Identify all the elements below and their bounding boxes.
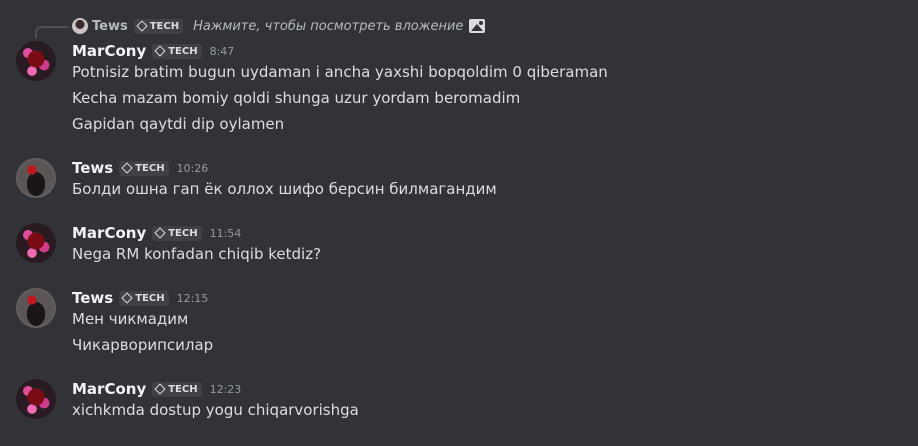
role-tag: TECH (152, 225, 202, 241)
reply-author[interactable]: Tews (92, 19, 128, 34)
message-header: MarCony TECH 8:47 (72, 41, 234, 61)
message-group: Tews TECH 12:15 Мен чикмадим Чикарворипс… (0, 288, 918, 360)
timestamp: 12:23 (209, 382, 242, 396)
tag-diamond-icon (121, 162, 133, 174)
message-header: Tews TECH 12:15 (72, 288, 208, 308)
message-group: MarCony TECH 12:23 xichkmda dostup yogu … (0, 379, 918, 425)
timestamp: 12:15 (176, 291, 209, 305)
role-tag: TECH (152, 381, 202, 397)
message-text: Мен чикмадим (72, 310, 189, 328)
message-group: Tews TECH 10:26 Болди ошна гап ёк оллох … (0, 158, 918, 204)
timestamp: 10:26 (176, 161, 209, 175)
tag-diamond-icon (154, 383, 166, 395)
role-tag: TECH (119, 290, 169, 306)
message-group: MarCony TECH 11:54 Nega RM konfadan chiq… (0, 223, 918, 269)
timestamp: 8:47 (209, 44, 235, 58)
reply-tag-label: TECH (149, 20, 180, 32)
message-header: MarCony TECH 12:23 (72, 379, 241, 399)
username[interactable]: Tews (72, 159, 113, 177)
chat-message-list: Tews TECH Нажмите, чтобы посмотреть влож… (0, 0, 918, 446)
role-tag-label: TECH (168, 45, 198, 57)
image-icon (469, 19, 486, 33)
avatar[interactable] (16, 158, 56, 198)
timestamp: 11:54 (209, 226, 242, 240)
tag-diamond-icon (121, 292, 133, 304)
tag-diamond-icon (154, 45, 166, 57)
reply-spine (35, 26, 68, 38)
avatar[interactable] (16, 223, 56, 263)
message-header: Tews TECH 10:26 (72, 158, 208, 178)
reply-tag: TECH (133, 18, 184, 34)
avatar[interactable] (16, 288, 56, 328)
avatar[interactable] (16, 41, 56, 81)
message-header: MarCony TECH 11:54 (72, 223, 241, 243)
username[interactable]: MarCony (72, 42, 146, 60)
reply-avatar (72, 18, 88, 34)
role-tag: TECH (152, 43, 202, 59)
username[interactable]: MarCony (72, 224, 146, 242)
message-text: Potnisiz bratim bugun uydaman i ancha ya… (72, 63, 608, 81)
message-text: Чикарворипсилар (72, 336, 214, 354)
reply-text[interactable]: Нажмите, чтобы посмотреть вложение (193, 19, 463, 34)
avatar[interactable] (16, 379, 56, 419)
message-text: Kecha mazam bomiy qoldi shunga uzur yord… (72, 89, 521, 107)
role-tag-label: TECH (135, 292, 165, 304)
username[interactable]: Tews (72, 289, 113, 307)
role-tag-label: TECH (168, 227, 198, 239)
message-text: xichkmda dostup yogu chiqarvorishga (72, 401, 359, 419)
username[interactable]: MarCony (72, 380, 146, 398)
role-tag-label: TECH (135, 162, 165, 174)
message-text: Болди ошна гап ёк оллох шифо берсин билм… (72, 180, 497, 198)
role-tag: TECH (119, 160, 169, 176)
tag-diamond-icon (136, 20, 148, 32)
tag-diamond-icon (154, 227, 166, 239)
message-text: Nega RM konfadan chiqib ketdiz? (72, 245, 322, 263)
role-tag-label: TECH (168, 383, 198, 395)
message-group: MarCony TECH 8:47 Potnisiz bratim bugun … (0, 41, 918, 141)
reply-preview[interactable]: Tews TECH Нажмите, чтобы посмотреть влож… (72, 18, 486, 34)
message-text: Gapidan qaytdi dip oylamen (72, 115, 285, 133)
